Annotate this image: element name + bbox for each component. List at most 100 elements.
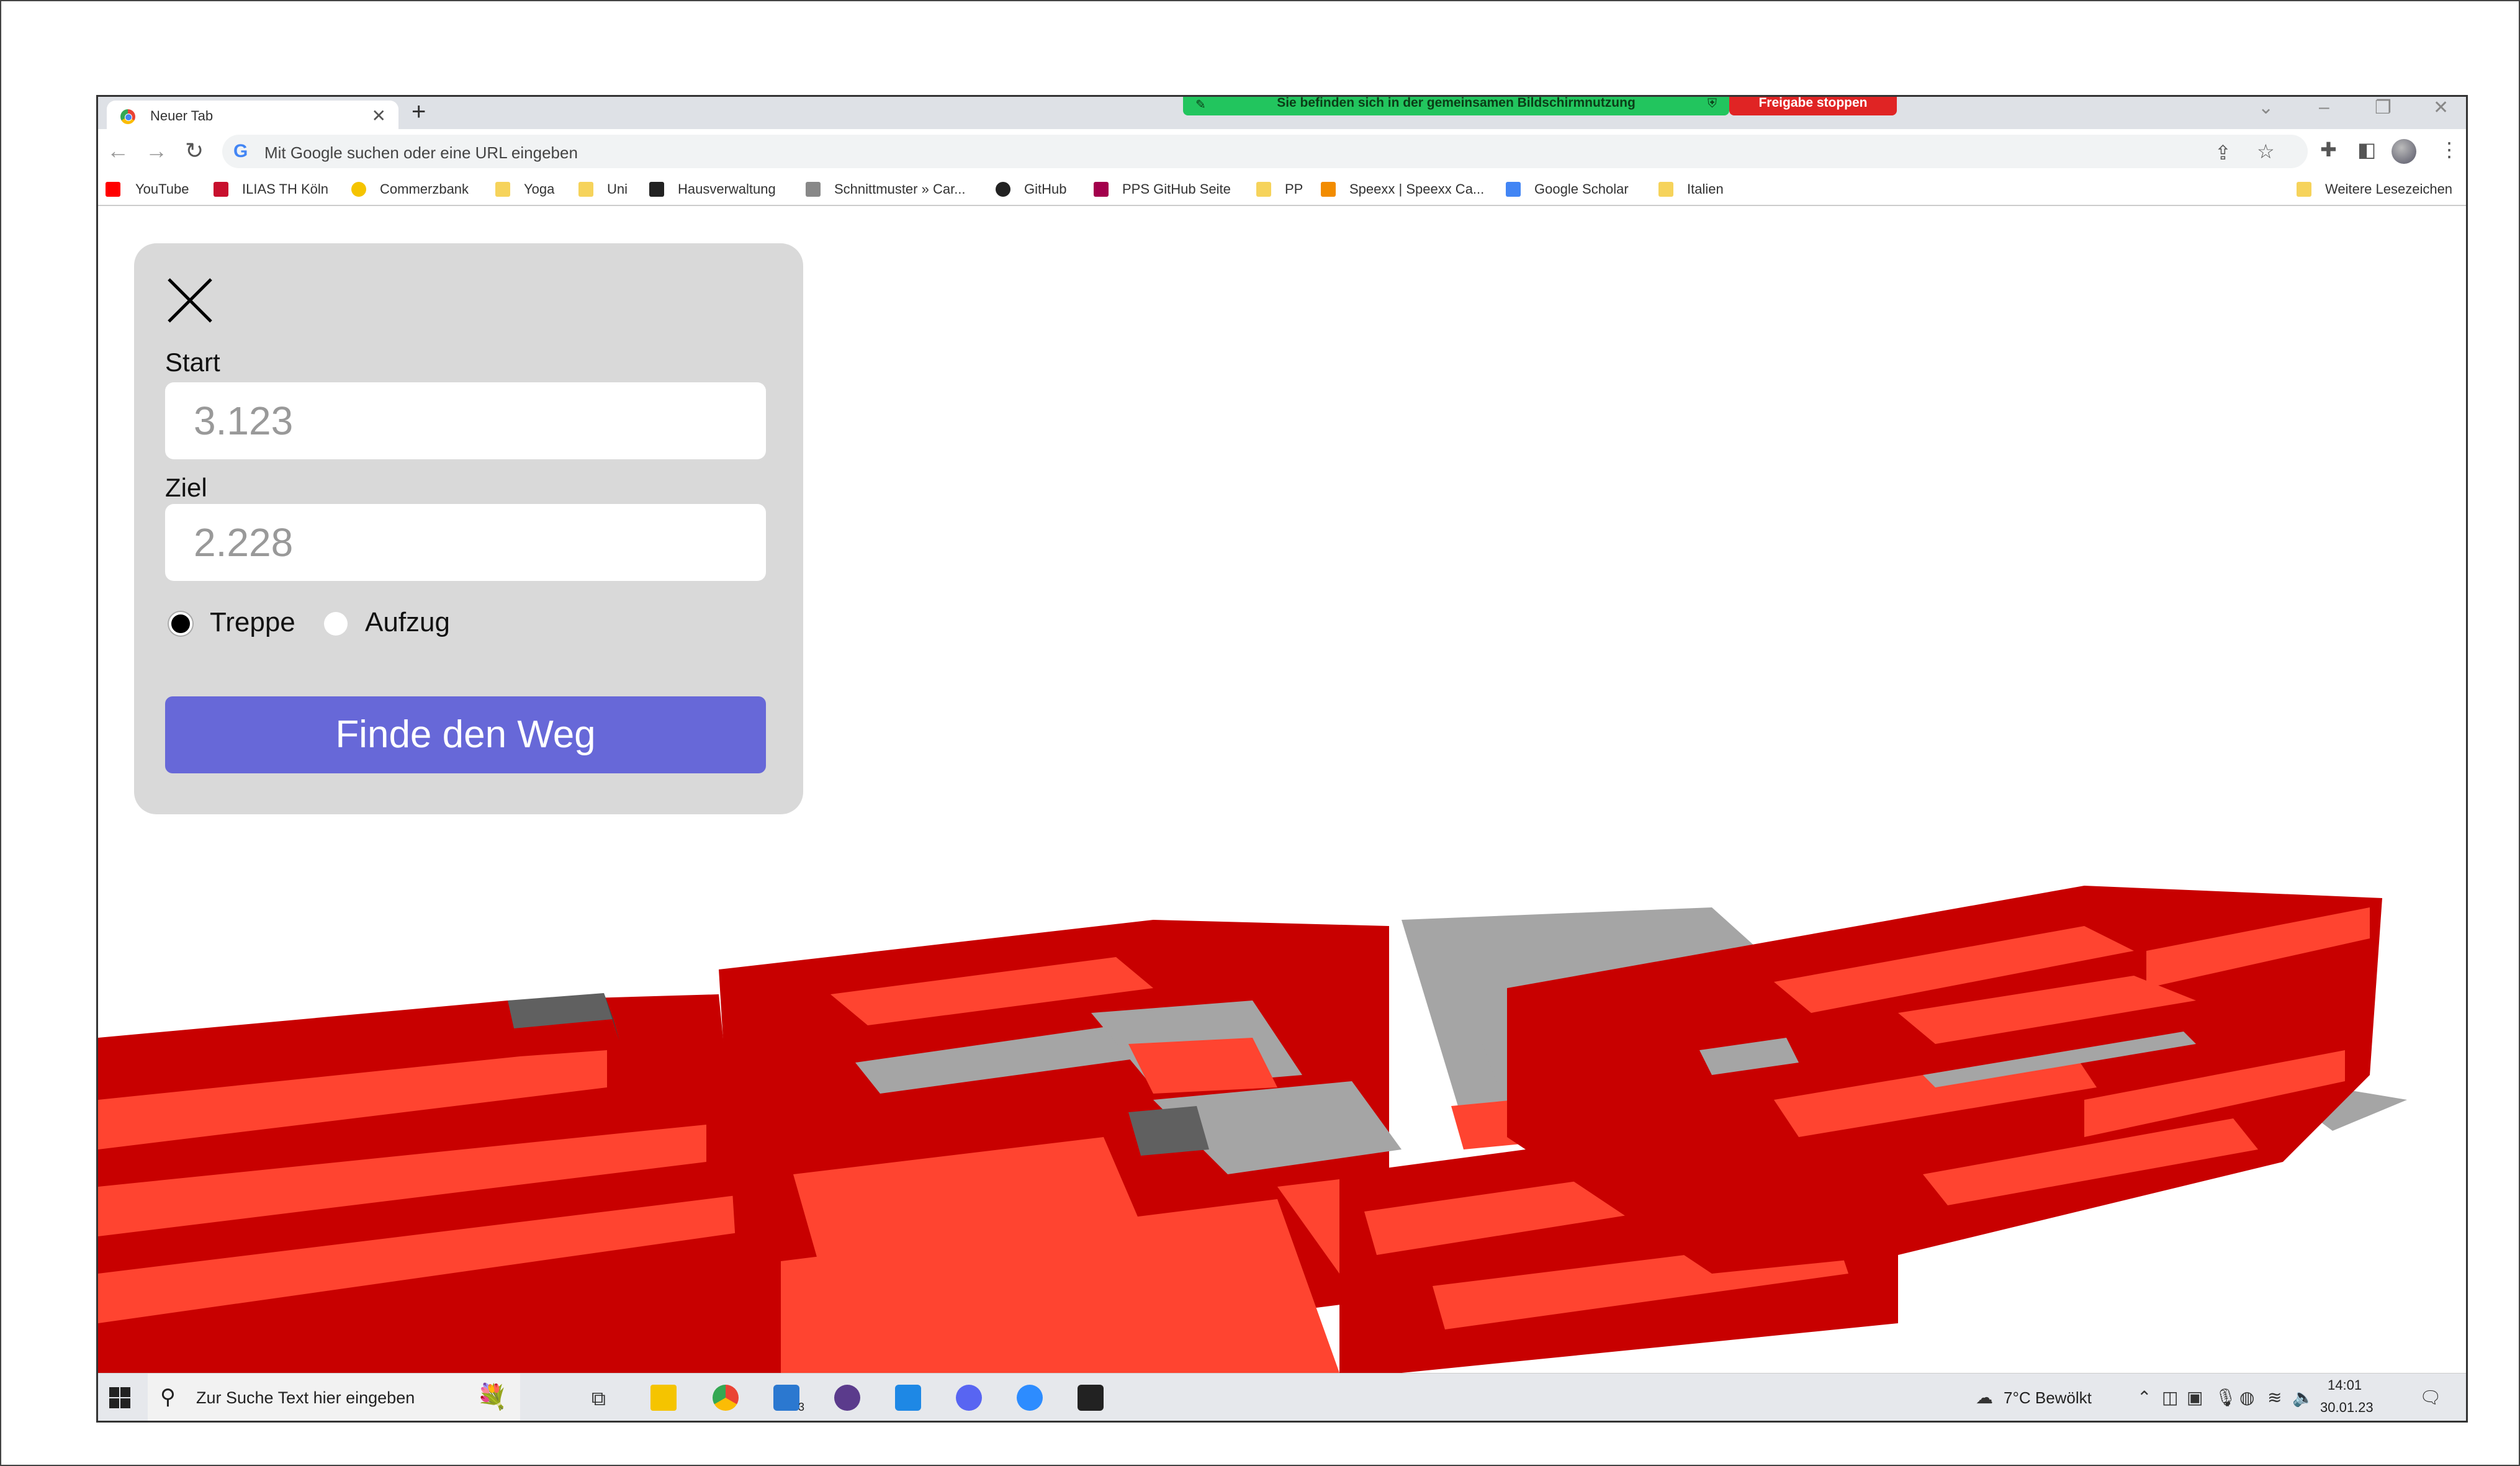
new-tab-button[interactable]: + bbox=[412, 98, 426, 126]
scholar-icon bbox=[1506, 182, 1521, 197]
bookmark-commerzbank[interactable]: Commerzbank bbox=[380, 181, 469, 197]
hausverwaltung-icon bbox=[649, 182, 664, 197]
pps-icon bbox=[1094, 182, 1109, 197]
page-viewport: Start Ziel Treppe Aufzug Finde den Weg bbox=[98, 206, 2466, 1373]
taskbar-search[interactable]: ⚲ Zur Suche Text hier eingeben 💐 bbox=[148, 1374, 520, 1421]
other-bookmarks[interactable]: Weitere Lesezeichen bbox=[2325, 181, 2452, 197]
commerzbank-icon bbox=[351, 182, 366, 197]
share-page-icon[interactable]: ⇪ bbox=[2215, 141, 2231, 164]
youtube-icon bbox=[106, 182, 120, 197]
google-icon: G bbox=[233, 141, 248, 161]
github-icon bbox=[996, 182, 1010, 197]
bookmark-italien[interactable]: Italien bbox=[1687, 181, 1724, 197]
folder-icon bbox=[495, 182, 510, 197]
restore-icon[interactable]: ❐ bbox=[2375, 97, 2392, 119]
chevron-up-icon[interactable]: ⌃ bbox=[2137, 1387, 2151, 1408]
folder-icon bbox=[1256, 182, 1271, 197]
task-view-icon[interactable]: ⧉ bbox=[592, 1387, 606, 1411]
bookmark-star-icon[interactable]: ☆ bbox=[2257, 140, 2275, 163]
tab-title: Neuer Tab bbox=[150, 108, 214, 124]
forward-icon[interactable]: → bbox=[145, 138, 168, 164]
chrome-taskbar-icon[interactable] bbox=[713, 1385, 739, 1411]
bookmark-ilias[interactable]: ILIAS TH Köln bbox=[242, 181, 328, 197]
mail-icon[interactable] bbox=[773, 1385, 799, 1411]
screen-share-message: Sie befinden sich in der gemeinsamen Bil… bbox=[1277, 96, 1636, 110]
bookmark-uni[interactable]: Uni bbox=[607, 181, 628, 197]
stair-block bbox=[1128, 1106, 1209, 1156]
side-panel-icon[interactable]: ◧ bbox=[2357, 138, 2376, 161]
tray-app-icon[interactable]: ◫ bbox=[2162, 1387, 2178, 1408]
windows-start-icon[interactable] bbox=[109, 1387, 130, 1408]
browser-tab[interactable]: Neuer Tab ✕ bbox=[107, 101, 398, 129]
reload-icon[interactable]: ↻ bbox=[185, 138, 204, 164]
address-bar[interactable]: G Mit Google suchen oder eine URL eingeb… bbox=[222, 135, 2308, 168]
taskbar-search-placeholder: Zur Suche Text hier eingeben bbox=[196, 1388, 415, 1407]
extensions-icon[interactable]: ✚ bbox=[2320, 138, 2337, 161]
floor-tile bbox=[1128, 1038, 1277, 1094]
wifi-icon[interactable]: ≋ bbox=[2267, 1387, 2282, 1408]
bookmark-pp[interactable]: PP bbox=[1285, 181, 1303, 197]
radio-treppe[interactable] bbox=[169, 612, 192, 636]
speexx-icon bbox=[1321, 182, 1336, 197]
back-icon[interactable]: ← bbox=[107, 138, 129, 164]
bookmarks-bar: YouTube ILIAS TH Köln Commerzbank Yoga U… bbox=[98, 174, 2466, 206]
folder-icon bbox=[578, 182, 593, 197]
browser-toolbar: ← → ↻ G Mit Google suchen oder eine URL … bbox=[98, 129, 2466, 174]
stop-share-label: Freigabe stoppen bbox=[1758, 96, 1868, 110]
screen: Neuer Tab ✕ + ✎ Sie befinden sich in der… bbox=[96, 95, 2468, 1423]
find-route-button[interactable]: Finde den Weg bbox=[165, 696, 766, 773]
start-label: Start bbox=[165, 348, 220, 377]
display-icon[interactable]: ▣ bbox=[2187, 1387, 2203, 1408]
search-icon: ⚲ bbox=[160, 1385, 176, 1409]
radio-aufzug-label: Aufzug bbox=[365, 607, 450, 637]
notification-icon[interactable]: 🗨 bbox=[2419, 1387, 2442, 1408]
clock-date[interactable]: 30.01.23 bbox=[2320, 1400, 2374, 1416]
folder-icon bbox=[1658, 182, 1673, 197]
flowers-icon: 💐 bbox=[477, 1383, 508, 1411]
screen-share-banner: ✎ Sie befinden sich in der gemeinsamen B… bbox=[1183, 97, 1729, 115]
weather-text[interactable]: 7°C Bewölkt bbox=[2004, 1388, 2092, 1408]
radio-treppe-label: Treppe bbox=[210, 607, 295, 637]
bookmark-github[interactable]: GitHub bbox=[1024, 181, 1066, 197]
ilias-icon bbox=[214, 182, 228, 197]
ziel-input[interactable] bbox=[165, 504, 766, 581]
globe-icon[interactable]: ◍ bbox=[2239, 1387, 2254, 1408]
cloud-icon: ☁ bbox=[1976, 1388, 1993, 1407]
bookmark-youtube[interactable]: YouTube bbox=[135, 181, 189, 197]
bookmark-hausverwaltung[interactable]: Hausverwaltung bbox=[678, 181, 776, 197]
file-explorer-icon[interactable] bbox=[650, 1385, 677, 1411]
shield-icon: ⛨ bbox=[1708, 97, 1717, 110]
start-input[interactable] bbox=[165, 382, 766, 459]
address-placeholder: Mit Google suchen oder eine URL eingeben bbox=[264, 143, 578, 162]
bookmark-yoga[interactable]: Yoga bbox=[524, 181, 554, 197]
clock-time[interactable]: 14:01 bbox=[2328, 1377, 2362, 1393]
vscode-icon[interactable] bbox=[895, 1385, 921, 1411]
bookmark-google-scholar[interactable]: Google Scholar bbox=[1534, 181, 1629, 197]
close-window-icon[interactable]: ✕ bbox=[2433, 97, 2449, 119]
bookmark-speexx[interactable]: Speexx | Speexx Ca... bbox=[1349, 181, 1484, 197]
chevron-down-icon[interactable]: ⌄ bbox=[2258, 97, 2274, 119]
menu-icon[interactable]: ⋮ bbox=[2439, 138, 2459, 161]
speaker-icon[interactable]: 🔈 bbox=[2292, 1387, 2314, 1408]
microphone-icon[interactable]: 🎙 bbox=[2215, 1387, 2237, 1408]
mail-badge: 3 bbox=[798, 1401, 805, 1413]
close-icon[interactable] bbox=[165, 276, 215, 325]
sewing-icon bbox=[806, 182, 821, 197]
profile-avatar[interactable] bbox=[2392, 139, 2416, 164]
zoom-icon[interactable] bbox=[1017, 1385, 1043, 1411]
github-desktop-icon[interactable] bbox=[834, 1385, 860, 1411]
discord-icon[interactable] bbox=[956, 1385, 982, 1411]
windows-taskbar: ⚲ Zur Suche Text hier eingeben 💐 ⧉ 3 ☁ 7… bbox=[98, 1373, 2466, 1421]
bookmark-schnittmuster[interactable]: Schnittmuster » Car... bbox=[834, 181, 966, 197]
stop-share-button[interactable]: Freigabe stoppen bbox=[1729, 97, 1897, 115]
browser-title-bar: Neuer Tab ✕ + ✎ Sie befinden sich in der… bbox=[98, 97, 2466, 129]
chrome-icon bbox=[120, 109, 135, 124]
ziel-label: Ziel bbox=[165, 473, 207, 502]
tab-close-icon[interactable]: ✕ bbox=[372, 106, 386, 126]
bookmark-pps-github[interactable]: PPS GitHub Seite bbox=[1122, 181, 1231, 197]
radio-aufzug[interactable] bbox=[324, 612, 348, 636]
figma-icon[interactable] bbox=[1078, 1385, 1104, 1411]
route-finder-panel: Start Ziel Treppe Aufzug Finde den Weg bbox=[134, 243, 803, 814]
folder-icon bbox=[2297, 182, 2311, 197]
minimize-icon[interactable]: – bbox=[2319, 97, 2329, 118]
